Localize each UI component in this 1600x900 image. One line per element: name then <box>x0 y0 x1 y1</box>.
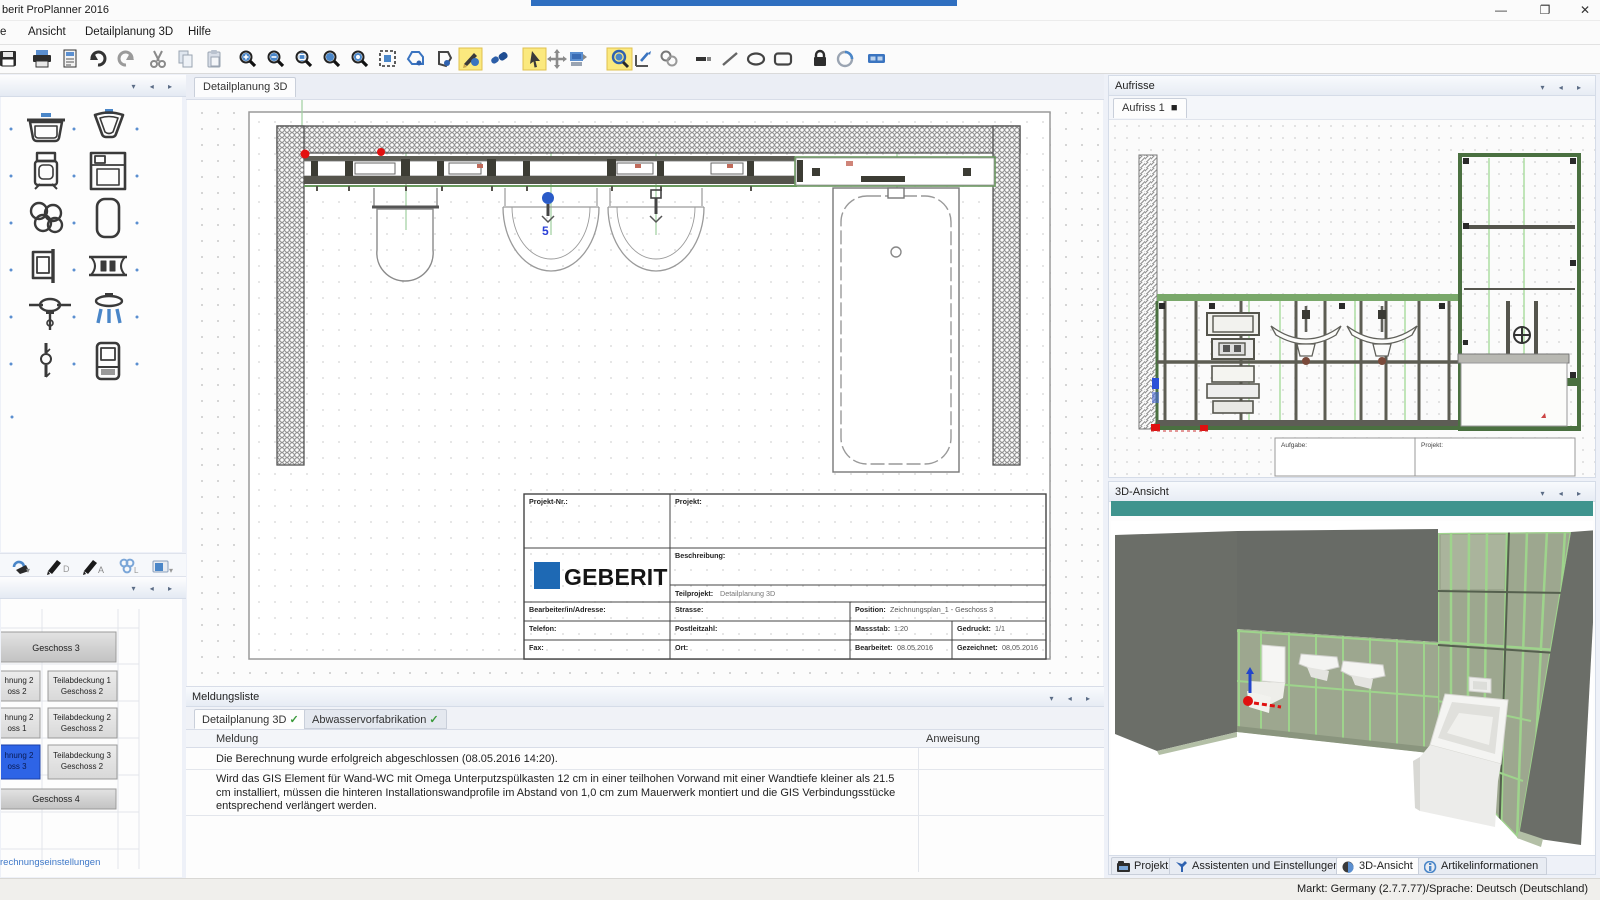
svg-text:Teilabdeckung 2: Teilabdeckung 2 <box>53 713 111 722</box>
svg-text:Beschreibung:: Beschreibung: <box>675 551 725 560</box>
svg-text:Aufgabe:: Aufgabe: <box>1281 442 1307 449</box>
svg-text:Geschoss 2: Geschoss 2 <box>61 687 104 696</box>
svg-text:Bearbeiter/in/Adresse:: Bearbeiter/in/Adresse: <box>529 605 606 614</box>
svg-text:oss 3: oss 3 <box>7 762 27 771</box>
svg-text:L: L <box>134 566 139 575</box>
svg-text:▾: ▾ <box>169 566 173 575</box>
svg-text:A: A <box>98 565 104 575</box>
svg-text:Gezeichnet:: Gezeichnet: <box>957 643 998 652</box>
svg-text:Geschoss 3: Geschoss 3 <box>32 643 80 653</box>
svg-text:oss 2: oss 2 <box>7 687 27 696</box>
svg-text:Fax:: Fax: <box>529 643 544 652</box>
svg-text:Teilabdeckung 3: Teilabdeckung 3 <box>53 751 111 760</box>
svg-text:hnung 2: hnung 2 <box>5 713 34 722</box>
svg-text:1/1: 1/1 <box>995 624 1005 633</box>
svg-text:Zeichnungsplan_1 - Geschoss 3: Zeichnungsplan_1 - Geschoss 3 <box>890 605 993 614</box>
svg-text:Projekt:: Projekt: <box>1421 442 1443 449</box>
svg-text:5: 5 <box>542 224 549 238</box>
svg-text:1:20: 1:20 <box>894 624 908 633</box>
svg-text:08.05.2016: 08.05.2016 <box>1002 643 1038 652</box>
svg-text:▾: ▾ <box>26 566 30 575</box>
svg-text:Projekt:: Projekt: <box>675 497 702 506</box>
svg-text:Position:: Position: <box>855 605 886 614</box>
svg-text:Detailplanung 3D: Detailplanung 3D <box>720 589 775 598</box>
svg-text:Postleitzahl:: Postleitzahl: <box>675 624 717 633</box>
svg-text:Gedruckt:: Gedruckt: <box>957 624 991 633</box>
svg-text:Ort:: Ort: <box>675 643 688 652</box>
svg-text:D: D <box>63 564 70 574</box>
svg-text:Geschoss 4: Geschoss 4 <box>32 794 80 804</box>
svg-text:Geschoss 2: Geschoss 2 <box>61 724 104 733</box>
svg-text:Teilabdeckung 1: Teilabdeckung 1 <box>53 676 111 685</box>
svg-text:hnung 2: hnung 2 <box>5 676 34 685</box>
svg-text:Massstab:: Massstab: <box>855 624 890 633</box>
svg-text:Teilprojekt:: Teilprojekt: <box>675 589 713 598</box>
svg-text:Projekt-Nr.:: Projekt-Nr.: <box>529 497 568 506</box>
svg-text:Telefon:: Telefon: <box>529 624 556 633</box>
svg-text:Geschoss 2: Geschoss 2 <box>61 762 104 771</box>
svg-text:08.05.2016: 08.05.2016 <box>897 643 933 652</box>
svg-text:Bearbeitet:: Bearbeitet: <box>855 643 893 652</box>
svg-text:Strasse:: Strasse: <box>675 605 703 614</box>
svg-text:oss 1: oss 1 <box>7 724 27 733</box>
svg-text:GEBERIT: GEBERIT <box>564 564 668 590</box>
svg-text:hnung 2: hnung 2 <box>5 751 34 760</box>
